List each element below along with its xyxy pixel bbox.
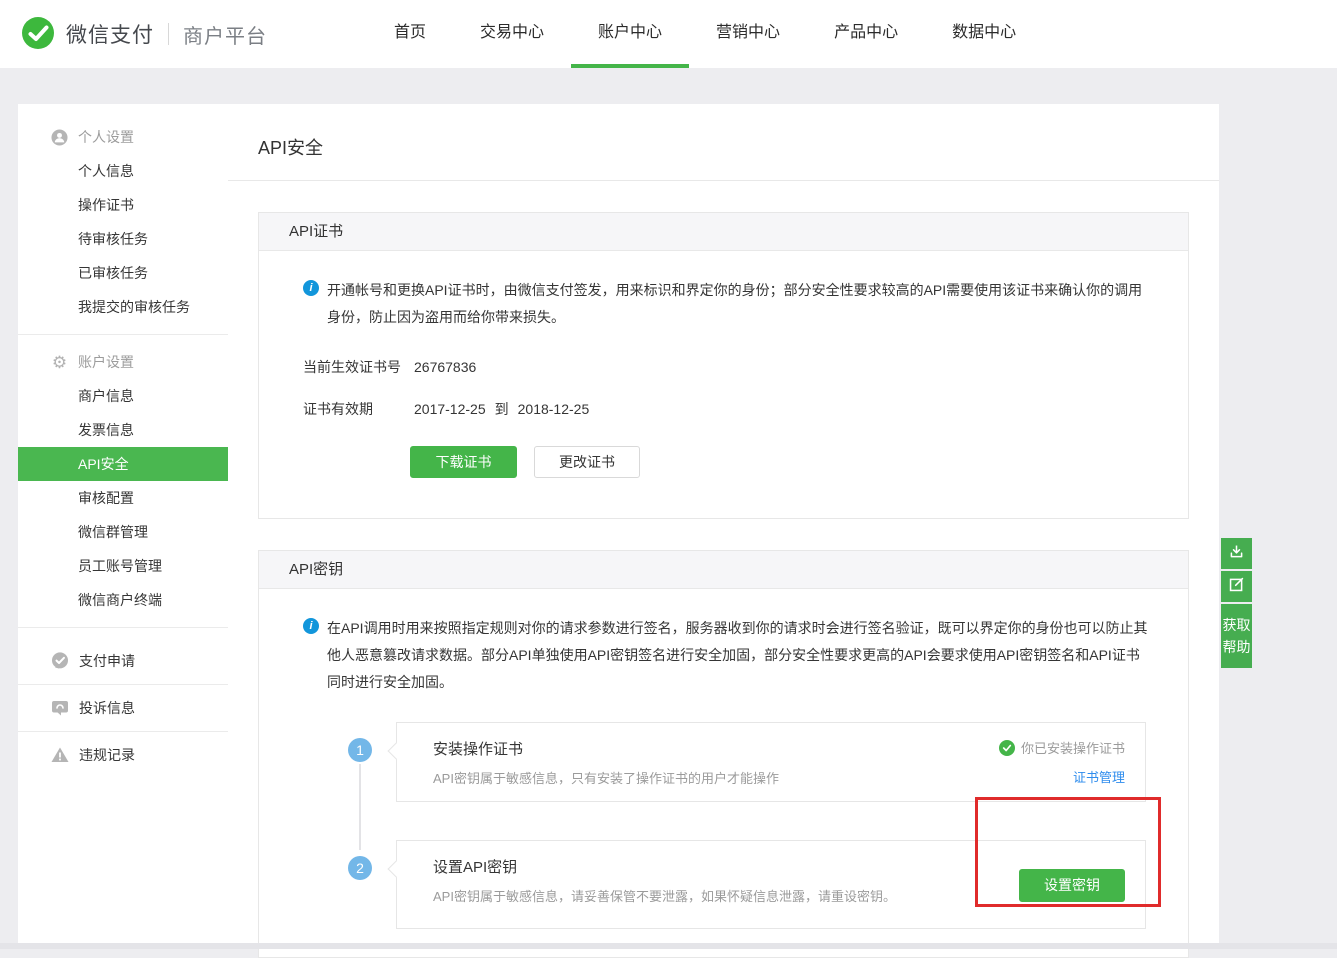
cert-installed-text: 你已安装操作证书 — [1021, 738, 1125, 757]
set-api-key-button[interactable]: 设置密钥 — [1019, 869, 1125, 902]
api-key-card: API密钥 i 在API调用时用来按照指定规则对你的请求参数进行签名，服务器收到… — [258, 550, 1189, 958]
step-1-box: 安装操作证书 API密钥属于敏感信息，只有安装了操作证书的用户才能操作 你已安装… — [396, 722, 1146, 802]
info-icon: i — [303, 618, 319, 634]
api-key-card-header: API密钥 — [259, 551, 1188, 589]
cert-installed-status: 你已安装操作证书 — [999, 738, 1125, 757]
top-header: 微信支付 商户平台 首页 交易中心 账户中心 营销中心 产品中心 数据中心 — [0, 0, 1337, 68]
sidebar-item-review-config[interactable]: 审核配置 — [18, 481, 228, 515]
cert-validity-row: 证书有效期 2017-12-25 到 2018-12-25 — [303, 399, 1188, 419]
page-title: API安全 — [228, 104, 1219, 181]
api-certificate-card-header: API证书 — [259, 213, 1188, 251]
step-2-badge: 2 — [348, 856, 372, 880]
nav-item-home[interactable]: 首页 — [367, 0, 453, 68]
cert-validity-label: 证书有效期 — [303, 399, 414, 419]
api-key-card-body: i 在API调用时用来按照指定规则对你的请求参数进行签名，服务器收到你的请求时会… — [259, 589, 1188, 929]
nav-item-marketing-center[interactable]: 营销中心 — [689, 0, 807, 68]
warning-icon — [51, 746, 69, 764]
sidebar-group-personal-settings: 个人设置 — [18, 120, 228, 154]
sidebar-item-wechat-group-mgmt[interactable]: 微信群管理 — [18, 515, 228, 549]
get-help-button[interactable]: 获取帮助 — [1221, 604, 1252, 668]
wechat-pay-logo-icon — [20, 16, 56, 52]
comment-icon — [51, 699, 69, 717]
bottom-scrollbar-track[interactable] — [0, 943, 1337, 949]
sidebar: 个人设置 个人信息 操作证书 待审核任务 已审核任务 我提交的审核任务 ⚙ 账户… — [18, 104, 228, 943]
api-certificate-card-body: i 开通帐号和更换API证书时，由微信支付签发，用来标识和界定你的身份；部分安全… — [259, 251, 1188, 478]
sidebar-link-label: 支付申请 — [79, 651, 135, 671]
sidebar-item-operation-cert[interactable]: 操作证书 — [18, 188, 228, 222]
sidebar-link-payment-application[interactable]: 支付申请 — [18, 638, 228, 684]
sidebar-link-complaint-info[interactable]: 投诉信息 — [18, 685, 228, 731]
change-cert-button[interactable]: 更改证书 — [534, 446, 640, 478]
sidebar-item-api-security[interactable]: API安全 — [18, 447, 228, 481]
sidebar-divider — [18, 334, 228, 335]
user-icon — [51, 129, 68, 146]
sidebar-link-violation-record[interactable]: 违规记录 — [18, 732, 228, 778]
brand-title: 微信支付 — [66, 19, 154, 49]
download-tool-button[interactable] — [1221, 538, 1252, 569]
api-key-steps: 1 安装操作证书 API密钥属于敏感信息，只有安装了操作证书的用户才能操作 — [303, 722, 1146, 929]
sidebar-item-invoice-info[interactable]: 发票信息 — [18, 413, 228, 447]
nav-item-data-center[interactable]: 数据中心 — [925, 0, 1043, 68]
step-2-desc: API密钥属于敏感信息，请妥善保管不要泄露，如果怀疑信息泄露，请重设密钥。 — [433, 886, 896, 905]
certificate-info-text: 开通帐号和更换API证书时，由微信支付签发，用来标识和界定你的身份；部分安全性要… — [327, 277, 1149, 331]
step-2-title: 设置API密钥 — [433, 856, 896, 877]
step-set-api-key: 2 设置API密钥 API密钥属于敏感信息，请妥善保管不要泄露，如果怀疑信息泄露… — [303, 840, 1146, 929]
step-1-badge: 1 — [348, 738, 372, 762]
sidebar-link-label: 投诉信息 — [79, 698, 135, 718]
floating-help-panel: 获取帮助 — [1221, 538, 1252, 668]
cert-management-link[interactable]: 证书管理 — [1073, 767, 1125, 786]
sidebar-item-my-submitted-review[interactable]: 我提交的审核任务 — [18, 290, 228, 324]
api-key-info: i 在API调用时用来按照指定规则对你的请求参数进行签名，服务器收到你的请求时会… — [303, 615, 1188, 696]
sidebar-item-wechat-merchant-terminal[interactable]: 微信商户终端 — [18, 583, 228, 617]
nav-item-transaction-center[interactable]: 交易中心 — [453, 0, 571, 68]
certificate-info: i 开通帐号和更换API证书时，由微信支付签发，用来标识和界定你的身份；部分安全… — [303, 277, 1188, 331]
info-icon: i — [303, 280, 319, 296]
step-2-box: 设置API密钥 API密钥属于敏感信息，请妥善保管不要泄露，如果怀疑信息泄露，请… — [396, 840, 1146, 929]
main-content: API安全 API证书 i 开通帐号和更换API证书时，由微信支付签发，用来标识… — [228, 104, 1219, 943]
sidebar-item-merchant-info[interactable]: 商户信息 — [18, 379, 228, 413]
feedback-button[interactable] — [1221, 571, 1252, 602]
brand-divider — [168, 23, 169, 45]
cert-number-label: 当前生效证书号 — [303, 357, 414, 377]
sidebar-divider — [18, 627, 228, 628]
gear-icon: ⚙ — [51, 354, 68, 371]
cert-validity-to: 2018-12-25 — [518, 401, 590, 417]
cert-number-row: 当前生效证书号 26767836 — [303, 357, 1188, 377]
edit-icon — [1228, 576, 1245, 598]
sidebar-item-pending-review[interactable]: 待审核任务 — [18, 222, 228, 256]
sidebar-link-label: 违规记录 — [79, 745, 135, 765]
brand: 微信支付 商户平台 — [20, 16, 267, 52]
nav-item-account-center[interactable]: 账户中心 — [571, 0, 689, 68]
brand-subtitle: 商户平台 — [183, 20, 267, 49]
sidebar-group-label: 账户设置 — [78, 352, 134, 372]
sidebar-item-personal-info[interactable]: 个人信息 — [18, 154, 228, 188]
sidebar-item-reviewed[interactable]: 已审核任务 — [18, 256, 228, 290]
step-1-desc: API密钥属于敏感信息，只有安装了操作证书的用户才能操作 — [433, 768, 779, 787]
download-icon — [1228, 543, 1245, 565]
step-1-title: 安装操作证书 — [433, 738, 779, 759]
check-circle-icon — [999, 740, 1015, 756]
download-cert-button[interactable]: 下载证书 — [410, 446, 517, 478]
main-nav: 首页 交易中心 账户中心 营销中心 产品中心 数据中心 — [367, 0, 1043, 68]
cert-number-value: 26767836 — [414, 359, 476, 375]
sidebar-group-label: 个人设置 — [78, 127, 134, 147]
certificate-buttons: 下载证书 更改证书 — [410, 446, 1188, 478]
sidebar-item-staff-account-mgmt[interactable]: 员工账号管理 — [18, 549, 228, 583]
cert-validity-word: 到 — [495, 399, 509, 419]
nav-item-product-center[interactable]: 产品中心 — [807, 0, 925, 68]
api-key-info-text: 在API调用时用来按照指定规则对你的请求参数进行签名，服务器收到你的请求时会进行… — [327, 615, 1149, 696]
sidebar-group-account-settings: ⚙ 账户设置 — [18, 345, 228, 379]
api-certificate-card: API证书 i 开通帐号和更换API证书时，由微信支付签发，用来标识和界定你的身… — [258, 212, 1189, 519]
chat-check-icon — [51, 652, 69, 670]
step-install-cert: 1 安装操作证书 API密钥属于敏感信息，只有安装了操作证书的用户才能操作 — [303, 722, 1146, 802]
cert-validity-from: 2017-12-25 — [414, 401, 486, 417]
